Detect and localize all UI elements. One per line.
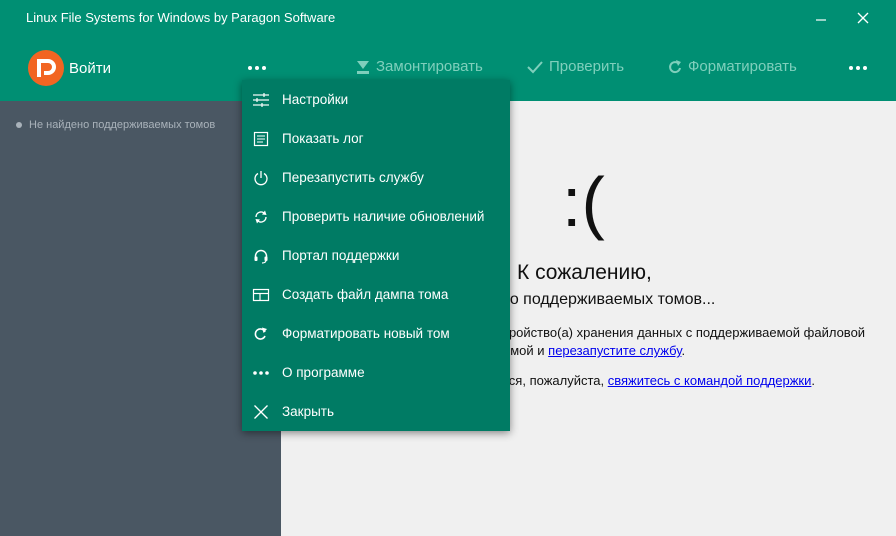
menu-item-label: Настройки — [282, 92, 349, 107]
error-subheading: но поддерживаемых томов... — [501, 291, 716, 308]
format-button[interactable]: Форматировать — [668, 58, 797, 75]
mount-label: Замонтировать — [376, 58, 483, 75]
sidebar: Не найдено поддерживаемых томов — [0, 101, 281, 536]
more-dots-icon — [849, 66, 867, 70]
error-heading: К сожалению, — [517, 261, 652, 284]
dots-icon — [251, 363, 271, 383]
bullet-icon — [16, 122, 22, 128]
minimize-icon — [816, 19, 826, 21]
mount-button[interactable]: Замонтировать — [356, 58, 483, 75]
dump-icon — [251, 285, 271, 305]
format-icon — [251, 324, 271, 344]
info-text: . — [811, 373, 816, 388]
contact-support-link[interactable]: свяжитесь с командой поддержки — [608, 373, 812, 388]
check-button[interactable]: Проверить — [527, 58, 624, 75]
menu-item-close[interactable]: Закрыть — [242, 392, 510, 431]
menu-item-create-dump[interactable]: Создать файл дампа тома — [242, 275, 510, 314]
sliders-icon — [251, 90, 271, 110]
power-icon — [251, 168, 271, 188]
menu-item-label: Перезапустить службу — [282, 170, 424, 185]
info-line-2: емой и перезапустите службу. — [503, 343, 685, 358]
info-line-3: тся, пожалуйста, свяжитесь с командой по… — [503, 373, 815, 388]
log-icon — [251, 129, 271, 149]
info-text: тся, пожалуйста, — [503, 373, 608, 388]
close-window-button[interactable] — [840, 0, 886, 36]
menu-item-label: Закрыть — [282, 404, 334, 419]
menu-item-label: Портал поддержки — [282, 248, 400, 263]
login-button[interactable]: Войти — [69, 60, 111, 77]
more-menu-button[interactable] — [242, 56, 272, 80]
close-icon — [857, 12, 869, 24]
refresh-icon — [251, 207, 271, 227]
format-icon — [669, 59, 681, 73]
restart-service-link[interactable]: перезапустите службу — [548, 343, 681, 358]
sidebar-empty-text: Не найдено поддерживаемых томов — [29, 119, 216, 131]
window-title: Linux File Systems for Windows by Parago… — [26, 10, 336, 25]
headset-icon — [251, 246, 271, 266]
menu-item-restart-service[interactable]: Перезапустить службу — [242, 158, 510, 197]
paragon-logo-icon — [28, 50, 64, 86]
menu-item-label: Показать лог — [282, 131, 364, 146]
menu-item-check-updates[interactable]: Проверить наличие обновлений — [242, 197, 510, 236]
title-bar: Linux File Systems for Windows by Parago… — [0, 0, 896, 36]
sad-face: :( — [562, 163, 605, 241]
menu-item-label: Форматировать новый том — [282, 326, 450, 341]
menu-item-settings[interactable]: Настройки — [242, 80, 510, 119]
menu-item-about[interactable]: О программе — [242, 353, 510, 392]
check-label: Проверить — [549, 58, 625, 75]
right-more-button[interactable] — [843, 56, 873, 80]
info-line-1: тройство(а) хранения данных с поддержива… — [503, 325, 866, 340]
menu-item-show-log[interactable]: Показать лог — [242, 119, 510, 158]
info-text: . — [681, 343, 686, 358]
mount-icon — [357, 60, 369, 74]
check-icon — [527, 60, 543, 73]
menu-item-format-volume[interactable]: Форматировать новый том — [242, 314, 510, 353]
menu-item-label: Создать файл дампа тома — [282, 287, 449, 302]
close-icon — [251, 402, 271, 422]
sidebar-empty-message: Не найдено поддерживаемых томов — [16, 119, 215, 131]
menu-item-label: Проверить наличие обновлений — [282, 209, 485, 224]
more-dropdown-menu: Настройки Показать лог Перезапустить слу… — [242, 80, 510, 431]
menu-item-support-portal[interactable]: Портал поддержки — [242, 236, 510, 275]
format-label: Форматировать — [688, 58, 797, 75]
minimize-button[interactable] — [798, 0, 844, 36]
more-dots-icon — [248, 66, 266, 70]
menu-item-label: О программе — [282, 365, 365, 380]
